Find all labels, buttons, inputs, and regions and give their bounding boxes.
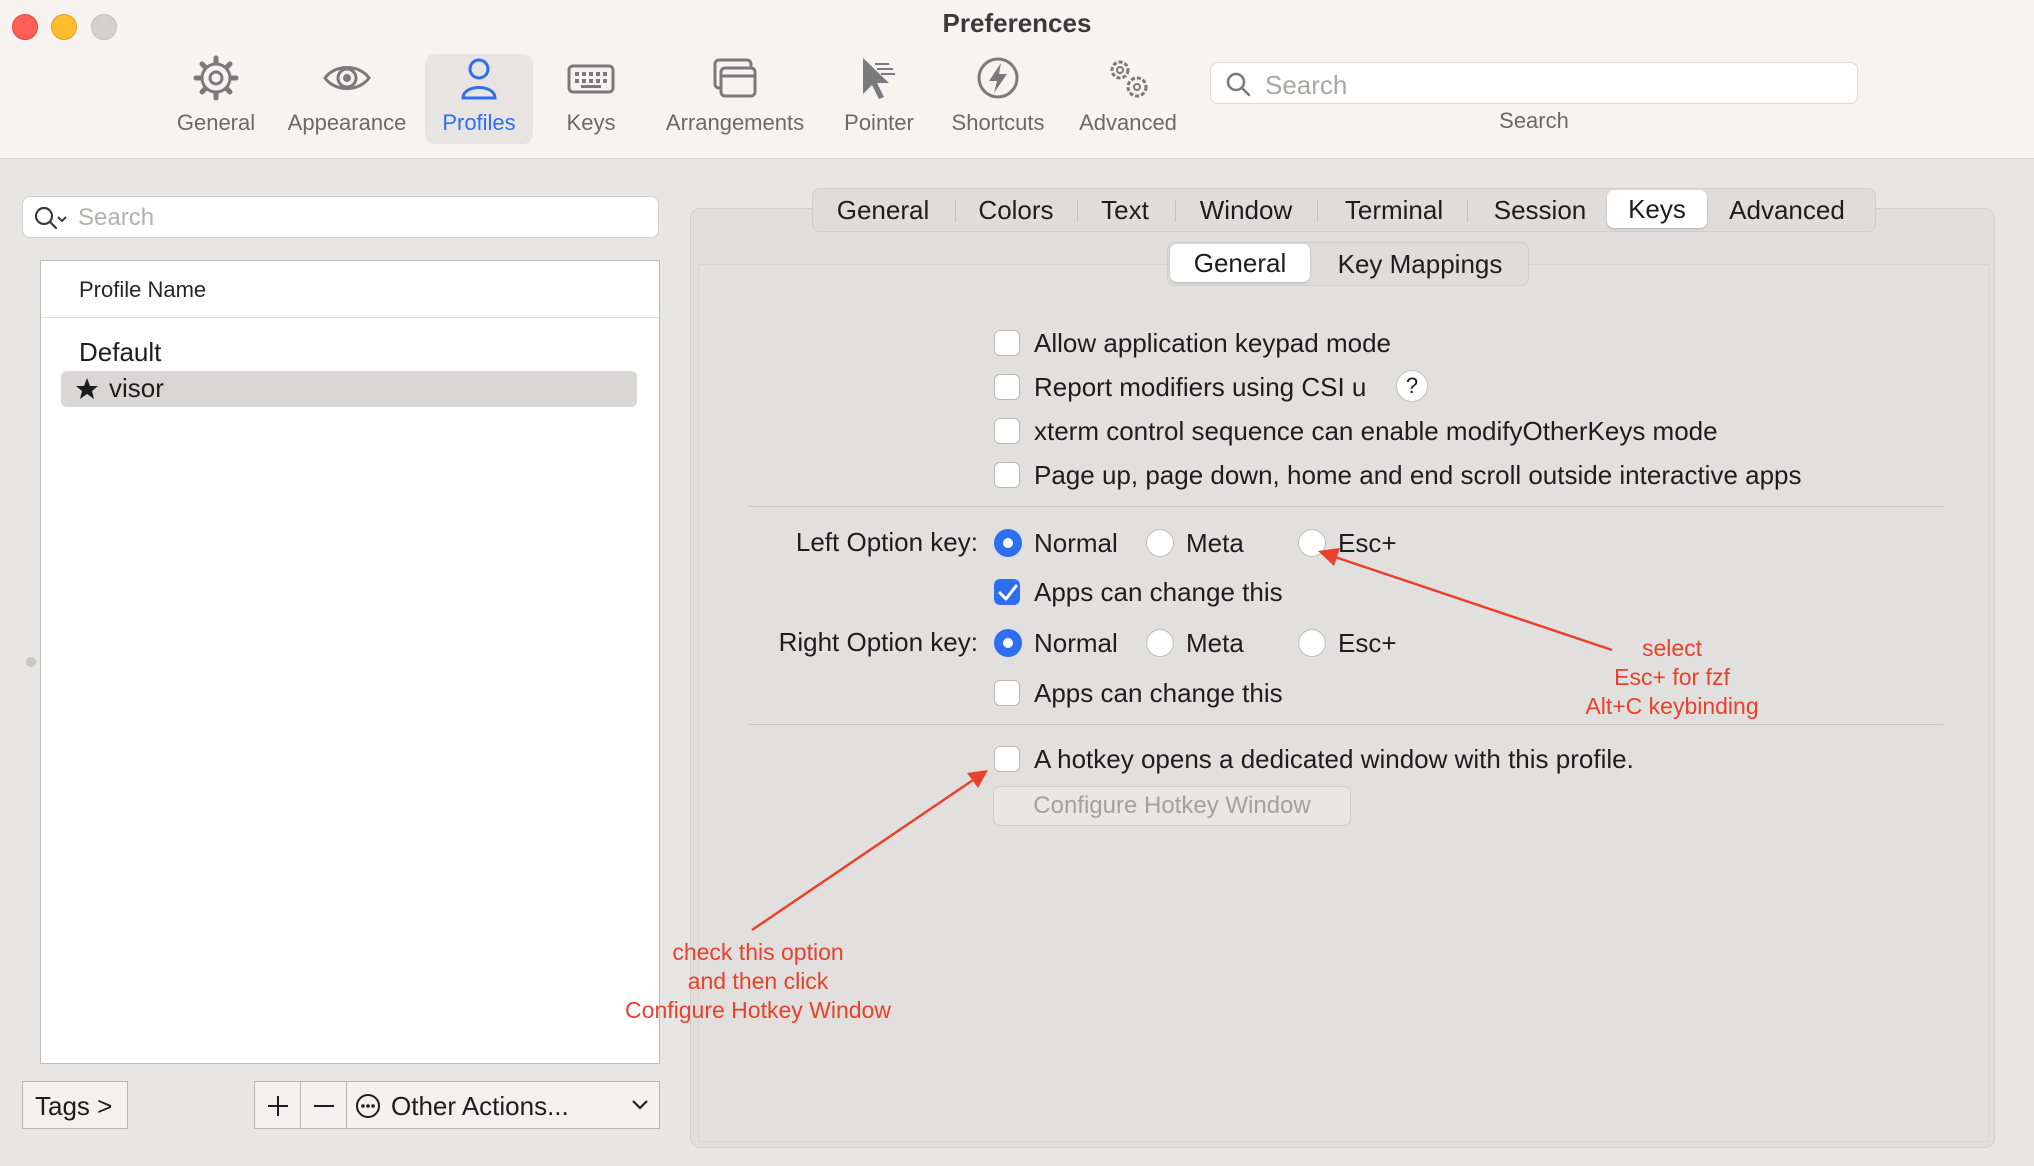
preferences-window: Preferences General Appearance Profiles … bbox=[0, 0, 2034, 1166]
hotkey-annotation: check this option and then click Configu… bbox=[610, 938, 906, 1025]
annotation-line: select bbox=[1641, 635, 1703, 661]
annotation-arrows bbox=[751, 548, 1613, 932]
annotation-line: Alt+C keybinding bbox=[1585, 693, 1759, 719]
esc-annotation: select Esc+ for fzf Alt+C keybinding bbox=[1560, 634, 1784, 721]
annotation-line: check this option bbox=[672, 939, 844, 965]
annotation-line: Esc+ for fzf bbox=[1614, 664, 1730, 690]
annotation-line: Configure Hotkey Window bbox=[625, 997, 891, 1023]
annotation-line: and then click bbox=[687, 968, 829, 994]
